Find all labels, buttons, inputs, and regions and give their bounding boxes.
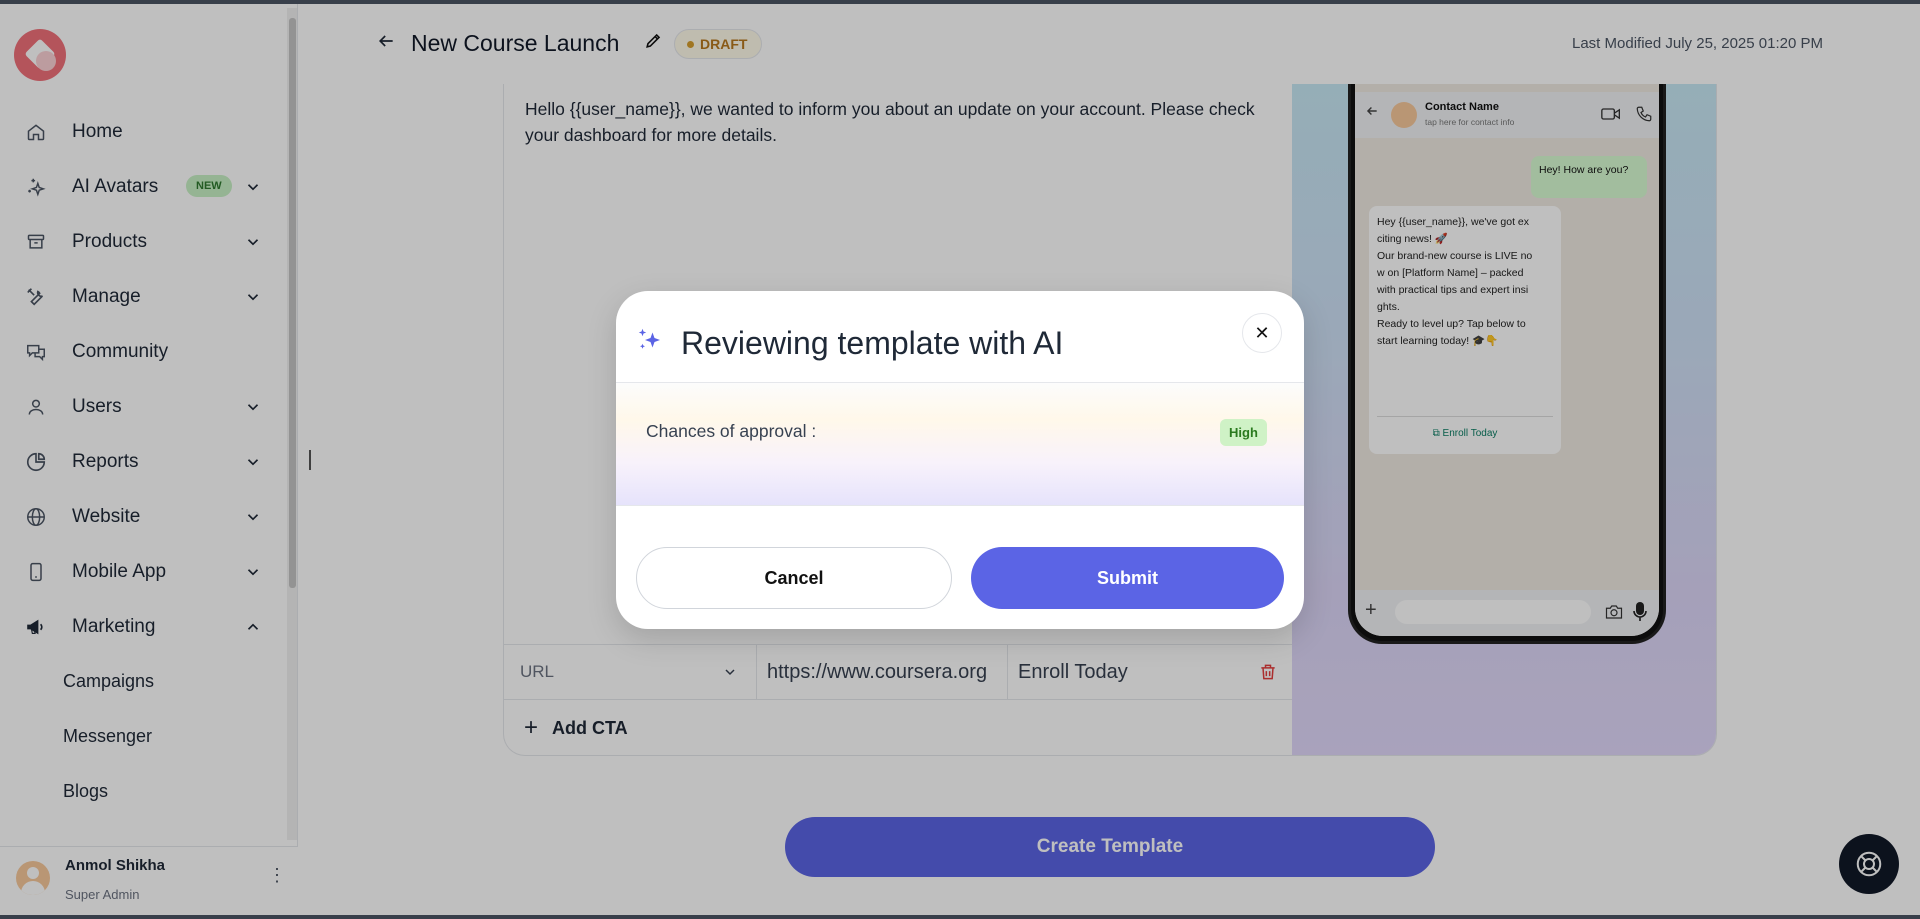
cancel-button[interactable]: Cancel [636,547,952,609]
modal-title: Reviewing template with AI [681,325,1064,361]
sparkles-icon [638,328,660,349]
approval-label: Chances of approval : [646,421,817,441]
approval-badge: High [1220,419,1267,446]
ai-review-modal: Reviewing template with AI ✕ Chances of … [616,291,1304,629]
submit-button[interactable]: Submit [971,547,1284,609]
close-icon[interactable]: ✕ [1242,313,1282,353]
approval-section: Chances of approval : High [616,382,1304,506]
